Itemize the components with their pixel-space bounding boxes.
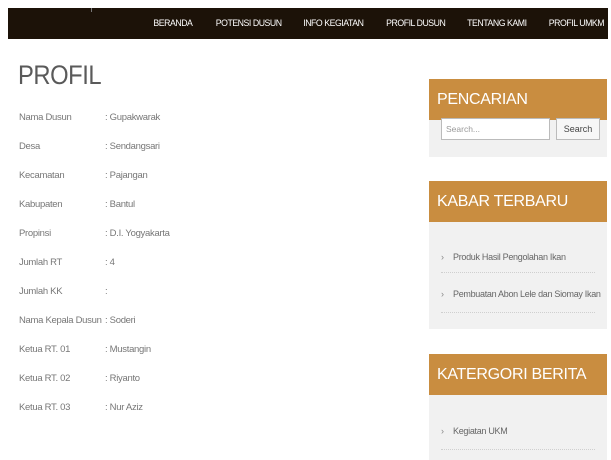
profile-label: Jumlah RT — [19, 257, 63, 268]
profile-value: : Mustangin — [105, 344, 151, 355]
profile-row: Desa : Sendangsari — [19, 141, 279, 170]
latest-news-title: KABAR TERBARU — [429, 181, 607, 222]
news-link-label[interactable]: Pembuatan Abon Lele dan Siomay Ikan — [453, 289, 601, 299]
profile-value: : D.I. Yogyakarta — [105, 228, 170, 239]
news-link-label[interactable]: Produk Hasil Pengolahan Ikan — [453, 252, 566, 262]
chevron-right-icon: › — [441, 426, 444, 436]
main-menu: BERANDA POTENSI DUSUN INFO KEGIATAN PROF… — [133, 8, 605, 39]
profile-row: Jumlah KK: — [19, 286, 279, 315]
profile-label: Ketua RT. 02 — [19, 373, 71, 384]
latest-news-list: › Produk Hasil Pengolahan Ikan › Pembuatan… — [441, 241, 601, 313]
profile-label: Ketua RT. 03 — [19, 402, 71, 413]
search-form: Search — [441, 118, 600, 140]
search-widget-title: PENCARIAN — [429, 79, 607, 120]
nav-item-tentang-kami[interactable]: TENTANG KAMI — [467, 18, 527, 29]
profile-row: Propinsi : D.I. Yogyakarta — [19, 228, 279, 257]
profile-label: Nama Dusun — [19, 112, 72, 123]
nav-item-profil-dusun[interactable]: PROFIL DUSUN — [386, 18, 446, 29]
profile-label: Nama Kepala Dusun — [19, 315, 102, 326]
profile-row: Nama Dusun : Gupakwarak — [19, 112, 279, 141]
profile-row: Ketua RT. 02 : Riyanto — [19, 373, 279, 402]
news-link[interactable]: › Pembuatan Abon Lele dan Siomay Ikan — [441, 273, 601, 313]
nav-item-profil-umkm[interactable]: PROFIL UMKM — [549, 18, 605, 29]
profile-value: : Bantul — [105, 199, 135, 210]
profile-value: : Nur Aziz — [105, 402, 143, 413]
profile-value: : Soderi — [105, 315, 136, 326]
profile-row: Jumlah RT : 4 — [19, 257, 279, 286]
profile-table: Nama Dusun : Gupakwarak Desa : Sendangsari… — [19, 112, 279, 431]
profile-row: Kecamatan : Pajangan — [19, 170, 279, 199]
profile-label: Jumlah KK — [19, 286, 63, 297]
nav-item-beranda[interactable]: BERANDA — [154, 18, 194, 29]
news-link[interactable]: › Produk Hasil Pengolahan Ikan — [441, 241, 595, 273]
page-title: PROFIL — [18, 60, 102, 90]
search-button[interactable]: Search — [556, 118, 600, 140]
news-category-list: › Kegiatan UKM — [441, 414, 595, 450]
profile-value: : Pajangan — [105, 170, 148, 181]
news-category-title: KATERGORI BERITA — [429, 354, 607, 395]
nav-item-potensi-dusun[interactable]: POTENSI DUSUN — [216, 18, 282, 29]
profile-label: Desa — [19, 141, 40, 152]
profile-label: Kabupaten — [19, 199, 63, 210]
profile-value: : Gupakwarak — [105, 112, 161, 123]
profile-label: Propinsi — [19, 228, 51, 239]
category-link-label[interactable]: Kegiatan UKM — [453, 426, 508, 436]
profile-label: Kecamatan — [19, 170, 65, 181]
profile-row: Nama Kepala Dusun: Soderi — [19, 315, 279, 344]
profile-row: Ketua RT. 03 : Nur Aziz — [19, 402, 279, 431]
profile-row: Ketua RT. 01 : Mustangin — [19, 344, 279, 373]
profile-value: : Sendangsari — [105, 141, 160, 152]
top-navigation-bar: BERANDA POTENSI DUSUN INFO KEGIATAN PROF… — [8, 8, 608, 39]
news-category-widget: KATERGORI BERITA › Kegiatan UKM — [429, 354, 607, 460]
profile-value: : 4 — [105, 257, 115, 268]
nav-item-info-kegiatan[interactable]: INFO KEGIATAN — [304, 18, 365, 29]
profile-value: : Riyanto — [105, 373, 140, 384]
profile-row: Kabupaten : Bantul — [19, 199, 279, 228]
chevron-right-icon: › — [441, 289, 444, 299]
profile-label: Ketua RT. 01 — [19, 344, 71, 355]
profile-value: : — [105, 286, 108, 297]
chevron-right-icon: › — [441, 252, 444, 262]
header-divider — [91, 8, 92, 12]
category-link[interactable]: › Kegiatan UKM — [441, 414, 595, 450]
search-input[interactable] — [441, 118, 550, 140]
search-widget: PENCARIAN Search — [429, 79, 607, 157]
latest-news-widget: KABAR TERBARU › Produk Hasil Pengolahan I… — [429, 181, 607, 329]
